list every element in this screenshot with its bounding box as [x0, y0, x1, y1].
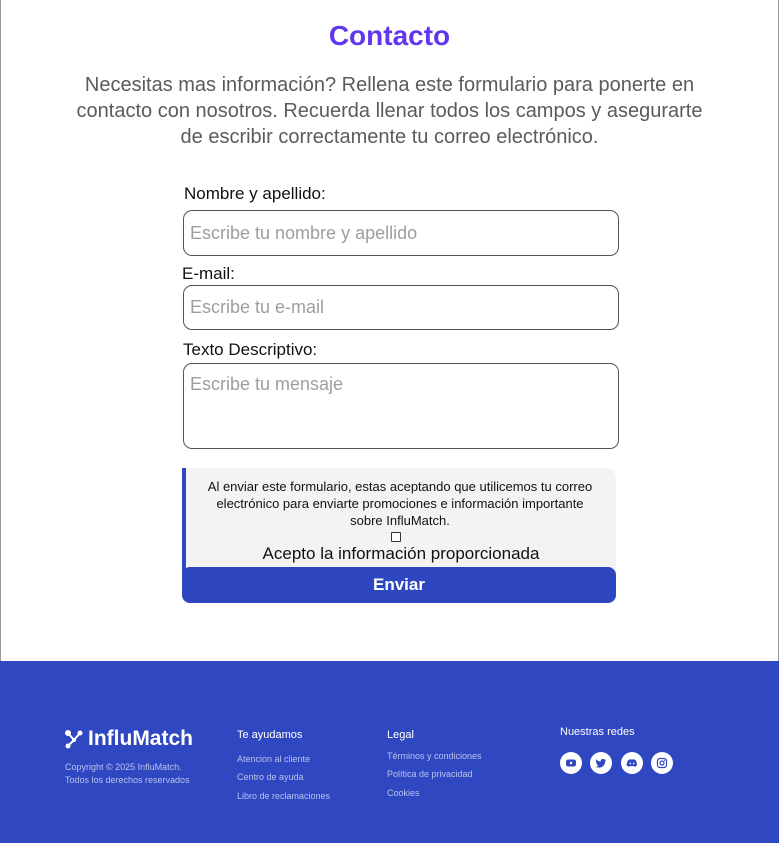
page-title: Contacto [328, 20, 451, 51]
twitter-icon[interactable] [590, 752, 612, 774]
message-field[interactable] [183, 363, 619, 449]
link-atencion-cliente[interactable]: Atencion al cliente [237, 754, 310, 764]
link-centro-ayuda[interactable]: Centro de ayuda [237, 772, 304, 782]
instagram-glyph [656, 757, 668, 769]
email-field[interactable] [183, 285, 619, 330]
consent-box: Al enviar este formulario, estas aceptan… [182, 468, 616, 578]
youtube-icon[interactable] [560, 752, 582, 774]
copyright-line: Copyright © 2025 InfluMatch. [65, 762, 182, 772]
email-label: E-mail: [182, 264, 235, 283]
consent-checkbox[interactable] [391, 532, 401, 542]
consent-text: Al enviar este formulario, estas aceptan… [207, 479, 593, 528]
link-libro-reclamaciones[interactable]: Libro de reclamaciones [237, 791, 330, 801]
social-column-title: Nuestras redes [560, 726, 635, 738]
footer-logo[interactable]: InfluMatch [64, 727, 193, 751]
youtube-glyph [566, 759, 576, 767]
copyright: Copyright © 2025 InfluMatch. Todos los d… [65, 761, 190, 787]
copyright-line: Todos los derechos reservados [65, 775, 190, 785]
consent-label: Acepto la información proporcionada [262, 544, 540, 563]
submit-button[interactable]: Enviar [182, 567, 616, 603]
legal-column-title: Legal [387, 729, 414, 741]
footer: InfluMatch Copyright © 2025 InfluMatch. … [0, 661, 779, 843]
name-label: Nombre y apellido: [184, 184, 326, 203]
intro-text: Necesitas mas información? Rellena este … [76, 74, 703, 148]
message-label: Texto Descriptivo: [183, 340, 318, 359]
instagram-icon[interactable] [651, 752, 673, 774]
twitter-glyph [595, 758, 606, 768]
link-privacidad[interactable]: Política de privacidad [387, 769, 473, 779]
discord-glyph [626, 759, 637, 767]
name-field[interactable] [183, 210, 619, 256]
molecule-icon [65, 730, 83, 749]
help-column-title: Te ayudamos [237, 729, 303, 741]
link-cookies[interactable]: Cookies [387, 788, 420, 798]
discord-icon[interactable] [621, 752, 643, 774]
brand-name: InfluMatch [88, 727, 193, 750]
link-terminos[interactable]: Términos y condiciones [387, 751, 482, 761]
